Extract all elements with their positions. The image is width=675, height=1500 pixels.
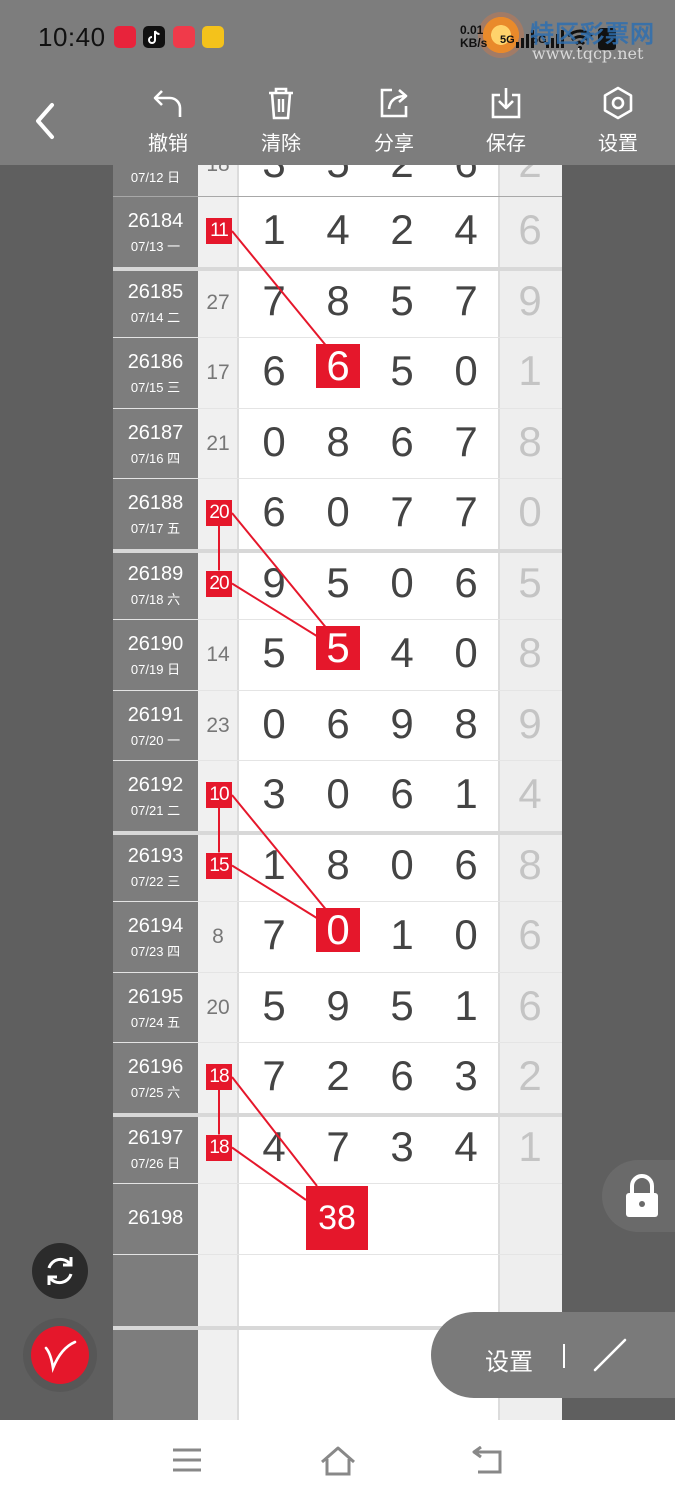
lock-button[interactable] bbox=[602, 1160, 675, 1232]
settings-button[interactable]: 设置 bbox=[583, 85, 653, 160]
line-tool-icon[interactable] bbox=[591, 1336, 629, 1374]
digit-highlight: 0 bbox=[316, 908, 360, 952]
digit-highlight: 5 bbox=[316, 626, 360, 670]
lottery-chart-grid[interactable]: 07/12 日18352622618407/13 一142462618507/1… bbox=[113, 165, 562, 1420]
pill-separator bbox=[563, 1344, 565, 1368]
sum-highlight: 15 bbox=[206, 852, 232, 879]
connector-line bbox=[231, 230, 329, 349]
sum-highlight: 20 bbox=[206, 500, 232, 526]
sum-highlight: 20 bbox=[206, 570, 232, 597]
share-icon bbox=[380, 88, 408, 118]
pen-stroke-icon bbox=[44, 1340, 77, 1373]
watermark-url: www.tqcp.net bbox=[532, 44, 644, 63]
undo-button[interactable]: 撤销 bbox=[133, 85, 203, 160]
home-icon[interactable] bbox=[318, 1444, 358, 1478]
clear-button[interactable]: 清除 bbox=[246, 85, 316, 160]
chevron-left-icon bbox=[36, 103, 54, 139]
refresh-icon bbox=[47, 1257, 73, 1285]
sum-highlight: 18 bbox=[206, 1064, 232, 1090]
download-icon bbox=[491, 88, 521, 119]
trash-icon bbox=[269, 87, 293, 120]
settings-pill[interactable]: 设置 bbox=[431, 1312, 675, 1398]
app-notification-icon bbox=[173, 26, 195, 48]
network-type-1: 5G bbox=[500, 34, 515, 46]
system-nav-bar bbox=[0, 1420, 675, 1500]
share-label: 分享 bbox=[374, 133, 414, 155]
app-notification-icon bbox=[202, 26, 224, 48]
pill-settings-label: 设置 bbox=[485, 1349, 533, 1376]
status-bar: 10:40 0.01 KB/s 5G 5G 特区彩票网 www.tqcp.net bbox=[0, 0, 675, 75]
connector-line bbox=[231, 1146, 307, 1201]
clear-label: 清除 bbox=[261, 133, 301, 155]
undo-label: 撤销 bbox=[148, 133, 188, 155]
share-button[interactable]: 分享 bbox=[359, 85, 429, 160]
toolbar: 撤销 清除 分享 保存 设置 bbox=[0, 75, 675, 165]
settings-label: 设置 bbox=[598, 133, 638, 155]
save-button[interactable]: 保存 bbox=[471, 85, 541, 160]
hexagon-gear-icon bbox=[603, 86, 633, 120]
connector-line bbox=[231, 864, 321, 921]
sum-highlight: 10 bbox=[206, 782, 232, 808]
refresh-button[interactable] bbox=[32, 1243, 88, 1299]
prediction-highlight: 38 bbox=[306, 1186, 368, 1250]
connector-line bbox=[231, 582, 321, 639]
menu-icon[interactable] bbox=[170, 1446, 204, 1474]
network-speed: 0.01 KB/s bbox=[460, 23, 488, 50]
digit-highlight: 6 bbox=[316, 344, 360, 388]
sum-highlight: 11 bbox=[206, 218, 232, 244]
pen-tool-button[interactable] bbox=[31, 1326, 89, 1384]
back-button[interactable] bbox=[28, 101, 62, 141]
sum-highlight: 18 bbox=[206, 1134, 232, 1161]
save-label: 保存 bbox=[486, 133, 526, 155]
status-time: 10:40 bbox=[38, 22, 106, 52]
connector-line bbox=[231, 1076, 318, 1187]
back-nav-icon[interactable] bbox=[470, 1446, 506, 1476]
tiktok-icon bbox=[143, 26, 165, 48]
lock-icon bbox=[626, 1174, 658, 1217]
app-notification-icon bbox=[114, 26, 136, 48]
undo-icon bbox=[153, 90, 182, 117]
